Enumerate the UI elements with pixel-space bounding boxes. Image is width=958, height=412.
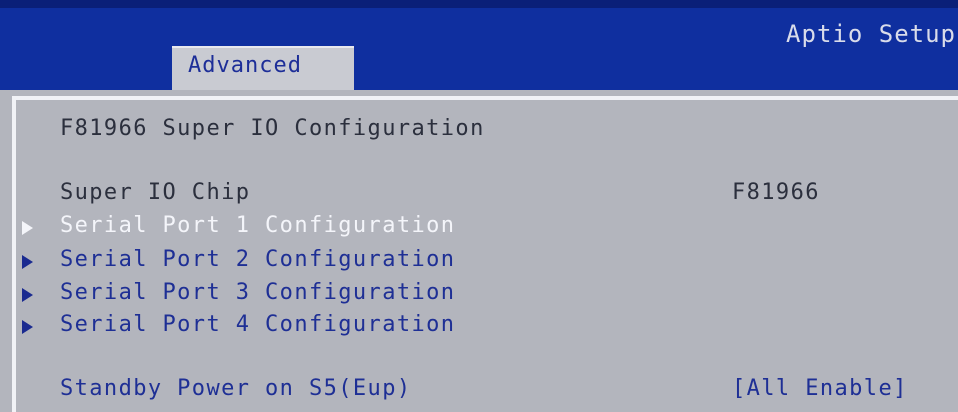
menu-item-label: Serial Port 2 Configuration bbox=[60, 247, 456, 272]
standby-power-setting[interactable]: Standby Power on S5(Eup) [All Enable] bbox=[0, 376, 958, 406]
menu-item-serial-port-1[interactable]: Serial Port 1 Configuration bbox=[0, 213, 958, 243]
submenu-arrow-icon bbox=[22, 221, 33, 235]
menu-item-serial-port-4[interactable]: Serial Port 4 Configuration bbox=[0, 312, 958, 342]
menu-item-serial-port-3[interactable]: Serial Port 3 Configuration bbox=[0, 280, 958, 310]
app-title: Aptio Setup bbox=[786, 20, 956, 48]
menu-item-serial-port-2[interactable]: Serial Port 2 Configuration bbox=[0, 247, 958, 277]
standby-power-label: Standby Power on S5(Eup) bbox=[60, 376, 412, 401]
page-title-text: F81966 Super IO Configuration bbox=[60, 116, 485, 141]
tab-advanced-label: Advanced bbox=[188, 53, 302, 78]
submenu-arrow-icon bbox=[22, 288, 33, 302]
super-io-chip-row: Super IO Chip F81966 bbox=[0, 180, 958, 210]
menu-item-label: Serial Port 1 Configuration bbox=[60, 213, 456, 238]
super-io-chip-value: F81966 bbox=[732, 180, 820, 205]
header-bar: Aptio Setup Advanced bbox=[0, 0, 958, 90]
menu-item-label: Serial Port 4 Configuration bbox=[60, 312, 456, 337]
header-shade bbox=[0, 0, 958, 8]
super-io-chip-label: Super IO Chip bbox=[60, 180, 251, 205]
standby-power-value[interactable]: [All Enable] bbox=[732, 376, 908, 401]
submenu-arrow-icon bbox=[22, 320, 33, 334]
menu-item-label: Serial Port 3 Configuration bbox=[60, 280, 456, 305]
page-title: F81966 Super IO Configuration bbox=[0, 116, 958, 146]
tab-advanced[interactable]: Advanced bbox=[172, 46, 354, 90]
submenu-arrow-icon bbox=[22, 255, 33, 269]
